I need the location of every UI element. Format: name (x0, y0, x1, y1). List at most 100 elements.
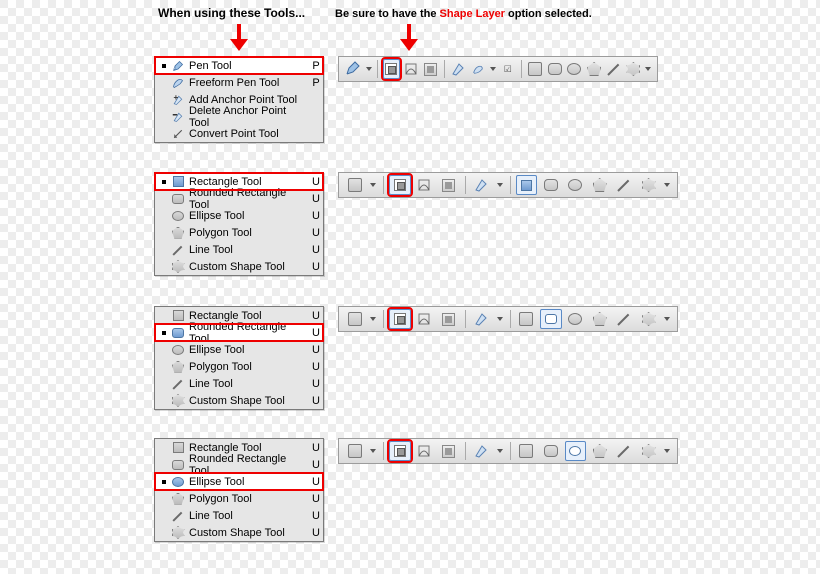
shape-line-button[interactable] (613, 441, 634, 461)
fill-pixels-button[interactable] (438, 441, 459, 461)
tool-preset-dropdown[interactable] (365, 59, 372, 79)
menu-item[interactable]: Ellipse ToolU (155, 473, 323, 490)
shape-rrect-button[interactable] (546, 59, 563, 79)
tool-preset-button[interactable] (344, 441, 365, 461)
custom-shape-button[interactable] (638, 309, 659, 329)
tool-flyout-menu: Pen ToolPFreeform Pen ToolP+Add Anchor P… (154, 56, 324, 143)
custom-shape-button[interactable] (638, 441, 659, 461)
menu-item[interactable]: Polygon ToolU (155, 224, 323, 241)
pen-icon (345, 60, 361, 79)
menu-item-label: Rounded Rectangle Tool (187, 321, 309, 345)
tool-preset-button[interactable] (344, 59, 362, 79)
shape-rrect-button[interactable] (540, 441, 561, 461)
chevron-down-icon (664, 449, 670, 453)
tool-preset-dropdown[interactable] (368, 309, 378, 329)
tool-flyout-menu: Rectangle ToolURounded Rectangle ToolUEl… (154, 172, 324, 276)
menu-item[interactable]: Custom Shape ToolU (155, 392, 323, 409)
menu-item[interactable]: Freeform Pen ToolP (155, 74, 323, 91)
shape-poly-button[interactable] (589, 441, 610, 461)
shape-rrect-button[interactable] (540, 175, 561, 195)
pen-options-dropdown[interactable] (495, 309, 505, 329)
tool-preset-dropdown[interactable] (368, 441, 378, 461)
pen-mode-button[interactable] (470, 175, 491, 195)
ell-icon (568, 179, 582, 191)
paths-button[interactable] (403, 59, 420, 79)
fill-pixels-icon (442, 313, 455, 326)
pen-mode-button[interactable] (450, 59, 467, 79)
chevron-down-icon (497, 449, 503, 453)
freeform-pen-button[interactable] (469, 59, 486, 79)
shape-options-dropdown[interactable] (662, 441, 672, 461)
menu-item[interactable]: Polygon ToolU (155, 358, 323, 375)
paths-icon (417, 312, 431, 326)
fill-pixels-icon (424, 63, 437, 76)
menu-item[interactable]: Custom Shape ToolU (155, 258, 323, 275)
tool-preset-button[interactable] (344, 309, 365, 329)
shape-rrect-button[interactable] (540, 309, 561, 329)
pen-mode-button[interactable] (470, 309, 491, 329)
shape-poly-button[interactable] (589, 175, 610, 195)
options-bar (338, 306, 678, 332)
chevron-down-icon (370, 449, 376, 453)
shape-line-button[interactable] (613, 175, 634, 195)
paths-button[interactable] (414, 175, 435, 195)
shape-layer-button[interactable] (389, 309, 410, 329)
menu-item[interactable]: Line ToolU (155, 507, 323, 524)
fill-pixels-icon (442, 445, 455, 458)
menu-item[interactable]: Delete Anchor Point Tool (155, 108, 323, 125)
shape-rect-button[interactable] (516, 441, 537, 461)
fill-pixels-button[interactable] (438, 309, 459, 329)
shape-rect-button[interactable] (527, 59, 544, 79)
fill-pixels-icon (442, 179, 455, 192)
convpt-icon (172, 128, 184, 140)
menu-item[interactable]: Ellipse ToolU (155, 207, 323, 224)
shape-layer-button[interactable] (389, 175, 410, 195)
shape-ell-button[interactable] (565, 441, 586, 461)
shape-layer-button[interactable] (389, 441, 410, 461)
tool-preset-button[interactable] (344, 175, 365, 195)
shape-options-dropdown[interactable] (645, 59, 652, 79)
menu-item[interactable]: Ellipse ToolU (155, 341, 323, 358)
menu-item[interactable]: Rounded Rectangle ToolU (155, 324, 323, 341)
shape-ell-button[interactable] (566, 59, 583, 79)
paths-button[interactable] (414, 441, 435, 461)
menu-item[interactable]: Polygon ToolU (155, 490, 323, 507)
shape-rect-button[interactable] (516, 175, 537, 195)
menu-item[interactable]: Pen ToolP (155, 57, 323, 74)
shape-icon (348, 178, 362, 192)
paths-icon (417, 444, 431, 458)
tool-preset-dropdown[interactable] (368, 175, 378, 195)
menu-item[interactable]: Convert Point Tool (155, 125, 323, 142)
shape-ell-button[interactable] (565, 309, 586, 329)
menu-item[interactable]: Line ToolU (155, 375, 323, 392)
rrect-icon (172, 460, 184, 470)
menu-item-label: Polygon Tool (187, 493, 309, 505)
menu-item-label: Polygon Tool (187, 227, 309, 239)
menu-item[interactable]: Rounded Rectangle ToolU (155, 456, 323, 473)
shape-line-button[interactable] (613, 309, 634, 329)
menu-item[interactable]: Line ToolU (155, 241, 323, 258)
custom-shape-button[interactable] (625, 59, 642, 79)
shape-options-dropdown[interactable] (662, 309, 672, 329)
svg-text:+: + (174, 94, 179, 102)
shape-line-button[interactable] (605, 59, 622, 79)
shape-rect-button[interactable] (516, 309, 537, 329)
shape-poly-button[interactable] (586, 59, 603, 79)
pen-options-dropdown[interactable] (495, 175, 505, 195)
auto-add-delete-checkbox[interactable]: ☑ (499, 59, 516, 79)
custom-shape-button[interactable] (638, 175, 659, 195)
pen-options-dropdown[interactable] (489, 59, 496, 79)
chevron-down-icon (370, 317, 376, 321)
shape-ell-button[interactable] (565, 175, 586, 195)
shape-options-dropdown[interactable] (662, 175, 672, 195)
shape-layer-button[interactable] (383, 59, 400, 79)
fill-pixels-button[interactable] (422, 59, 439, 79)
pen-mode-button[interactable] (470, 441, 491, 461)
menu-item[interactable]: Custom Shape ToolU (155, 524, 323, 541)
pen-options-dropdown[interactable] (495, 441, 505, 461)
shape-poly-button[interactable] (589, 309, 610, 329)
paths-button[interactable] (414, 309, 435, 329)
menu-item-label: Custom Shape Tool (187, 395, 309, 407)
fill-pixels-button[interactable] (438, 175, 459, 195)
menu-item[interactable]: Rounded Rectangle ToolU (155, 190, 323, 207)
